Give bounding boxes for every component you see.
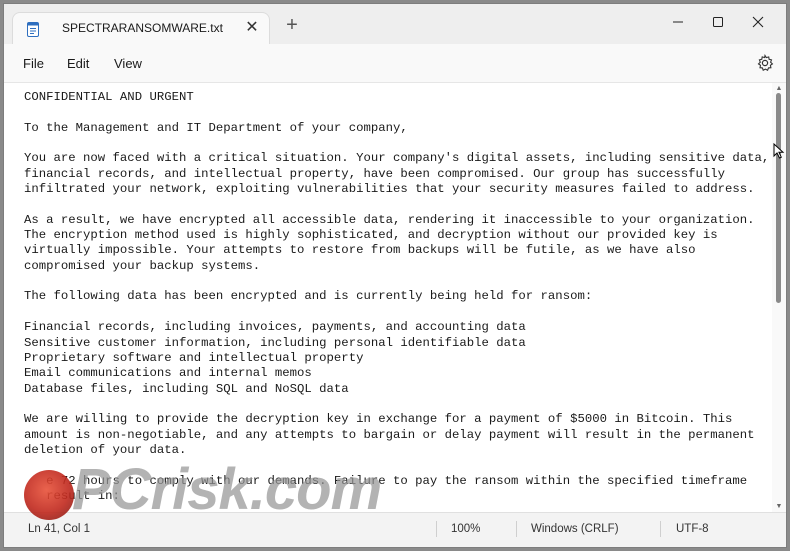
zoom-level: 100% <box>451 523 481 535</box>
document-text[interactable]: CONFIDENTIAL AND URGENT To the Managemen… <box>24 90 772 504</box>
title-bar: SPECTRARANSOMWARE.txt ✕ + <box>4 4 786 45</box>
text-editor-area[interactable]: CONFIDENTIAL AND URGENT To the Managemen… <box>4 83 772 513</box>
menu-bar: File Edit View <box>4 44 786 83</box>
tab-title: SPECTRARANSOMWARE.txt <box>62 21 223 35</box>
minimize-button[interactable] <box>660 8 696 36</box>
status-divider <box>436 521 437 537</box>
notepad-icon <box>27 22 39 37</box>
new-tab-button[interactable]: + <box>282 15 302 36</box>
tab-close-button[interactable]: ✕ <box>243 19 261 37</box>
maximize-button[interactable] <box>700 8 736 36</box>
tab-document[interactable]: SPECTRARANSOMWARE.txt ✕ <box>12 12 270 45</box>
maximize-icon <box>713 17 723 27</box>
status-divider <box>660 521 661 537</box>
status-divider <box>516 521 517 537</box>
minimize-icon <box>673 21 683 23</box>
menu-view[interactable]: View <box>114 56 142 71</box>
scroll-up-icon[interactable]: ▲ <box>775 85 783 93</box>
gear-icon[interactable] <box>756 54 774 72</box>
close-icon <box>752 16 764 28</box>
mouse-pointer-icon <box>773 143 785 159</box>
status-bar: Ln 41, Col 1 100% Windows (CRLF) UTF-8 <box>4 512 786 547</box>
cursor-position: Ln 41, Col 1 <box>28 523 91 535</box>
scroll-thumb[interactable] <box>776 93 781 303</box>
scroll-down-icon[interactable]: ▼ <box>775 503 783 511</box>
close-button[interactable] <box>740 8 776 36</box>
line-ending: Windows (CRLF) <box>531 523 619 535</box>
notepad-window: SPECTRARANSOMWARE.txt ✕ + File Edit View… <box>3 3 787 548</box>
menu-file[interactable]: File <box>23 56 44 71</box>
encoding: UTF-8 <box>676 523 709 535</box>
menu-edit[interactable]: Edit <box>67 56 89 71</box>
